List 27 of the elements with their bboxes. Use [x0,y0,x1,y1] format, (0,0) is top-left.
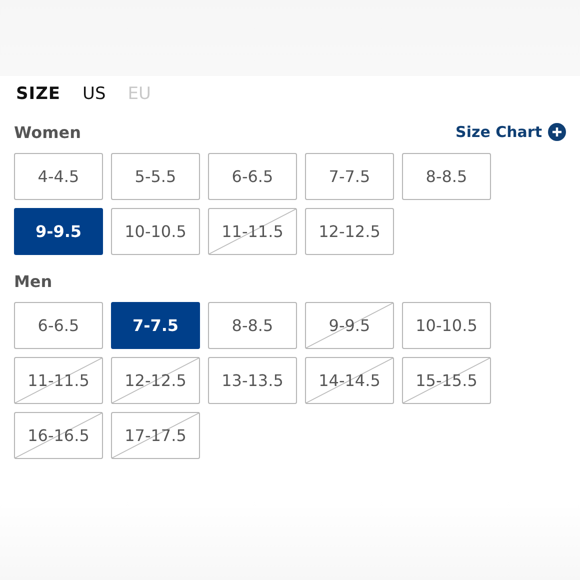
size-option[interactable]: 9-9.5 [14,208,103,255]
size-option[interactable]: 8-8.5 [402,153,491,200]
size-option[interactable]: 7-7.5 [111,302,200,349]
group-title: Men [14,272,52,290]
group-title: Women [14,122,81,142]
unavailable-size-option[interactable]: 12-12.5 [111,357,200,404]
unavailable-size-option[interactable]: 9-9.5 [305,302,394,349]
size-option[interactable]: 10-10.5 [111,208,200,255]
unavailable-size-option[interactable]: 16-16.5 [14,412,103,459]
size-option[interactable]: 5-5.5 [111,153,200,200]
plus-icon [548,123,566,141]
unavailable-size-option[interactable]: 11-11.5 [208,208,297,255]
unavailable-size-option[interactable]: 14-14.5 [305,357,394,404]
size-option[interactable]: 4-4.5 [14,153,103,200]
unavailable-size-option[interactable]: 11-11.5 [14,357,103,404]
unavailable-size-option[interactable]: 17-17.5 [111,412,200,459]
size-option[interactable]: 13-13.5 [208,357,297,404]
size-option[interactable]: 12-12.5 [305,208,394,255]
unavailable-size-option[interactable]: 15-15.5 [402,357,491,404]
size-label: SIZE [16,84,61,104]
size-option[interactable]: 6-6.5 [208,153,297,200]
size-option[interactable]: 10-10.5 [402,302,491,349]
unit-tab[interactable]: US [82,84,106,104]
size-option[interactable]: 7-7.5 [305,153,394,200]
size-chart-link[interactable]: Size Chart [456,123,566,141]
size-option[interactable]: 6-6.5 [14,302,103,349]
size-option[interactable]: 8-8.5 [208,302,297,349]
